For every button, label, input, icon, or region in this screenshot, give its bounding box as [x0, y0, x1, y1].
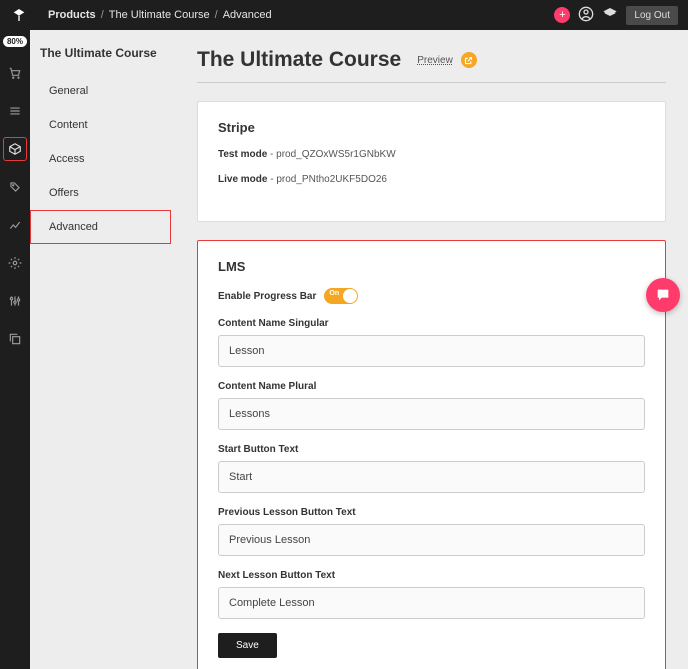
main-content: The Ultimate Course Preview Stripe Test …	[175, 30, 688, 669]
rail-gear-icon[interactable]	[3, 251, 27, 275]
breadcrumb-leaf: Advanced	[223, 9, 272, 21]
input-content-singular[interactable]	[218, 335, 645, 367]
logout-button[interactable]: Log Out	[626, 6, 678, 25]
rail-cart-icon[interactable]	[3, 61, 27, 85]
stripe-live-line: Live mode - prod_PNtho2UKF5DO26	[218, 174, 645, 185]
field-content-plural: Content Name Plural	[218, 381, 645, 430]
label-content-singular: Content Name Singular	[218, 318, 645, 329]
input-content-plural[interactable]	[218, 398, 645, 430]
stripe-card: Stripe Test mode - prod_QZOxWS5r1GNbKW L…	[197, 101, 666, 222]
breadcrumb-mid[interactable]: The Ultimate Course	[109, 9, 210, 21]
sidebar-item-advanced[interactable]: Advanced	[30, 210, 171, 244]
progress-toggle[interactable]: On	[324, 288, 358, 304]
field-next-btn: Next Lesson Button Text	[218, 570, 645, 619]
lms-heading: LMS	[218, 259, 645, 274]
profile-icon[interactable]	[578, 6, 594, 25]
brand-logo-icon	[10, 6, 28, 24]
label-prev-btn: Previous Lesson Button Text	[218, 507, 645, 518]
breadcrumb: Products / The Ultimate Course / Advance…	[48, 9, 272, 21]
icon-rail: 80%	[0, 30, 30, 669]
field-content-singular: Content Name Singular	[218, 318, 645, 367]
sidebar: The Ultimate Course General Content Acce…	[30, 30, 175, 669]
input-next-btn[interactable]	[218, 587, 645, 619]
input-prev-btn[interactable]	[218, 524, 645, 556]
sidebar-item-access[interactable]: Access	[30, 142, 171, 176]
progress-pill: 80%	[3, 36, 27, 47]
stripe-test-line: Test mode - prod_QZOxWS5r1GNbKW	[218, 149, 645, 160]
rail-layers-icon[interactable]	[3, 99, 27, 123]
learning-icon[interactable]	[602, 6, 618, 25]
breadcrumb-root[interactable]: Products	[48, 9, 96, 21]
preview-link[interactable]: Preview	[417, 55, 453, 66]
sidebar-item-general[interactable]: General	[30, 74, 171, 108]
lms-card: LMS Enable Progress Bar On Content Name …	[197, 240, 666, 669]
rail-copy-icon[interactable]	[3, 327, 27, 351]
progress-toggle-row: Enable Progress Bar On	[218, 288, 645, 304]
page-title: The Ultimate Course	[197, 48, 401, 72]
chat-fab[interactable]	[646, 278, 680, 312]
field-start-btn: Start Button Text	[218, 444, 645, 493]
label-next-btn: Next Lesson Button Text	[218, 570, 645, 581]
page-header: The Ultimate Course Preview	[197, 48, 666, 83]
sidebar-title: The Ultimate Course	[30, 40, 175, 74]
rail-box-icon[interactable]	[3, 137, 27, 161]
input-start-btn[interactable]	[218, 461, 645, 493]
rail-sliders-icon[interactable]	[3, 289, 27, 313]
progress-toggle-label: Enable Progress Bar	[218, 291, 316, 302]
sidebar-item-offers[interactable]: Offers	[30, 176, 171, 210]
sidebar-item-content[interactable]: Content	[30, 108, 171, 142]
save-button[interactable]: Save	[218, 633, 277, 658]
topbar-right: + Log Out	[554, 6, 678, 25]
add-button[interactable]: +	[554, 7, 570, 23]
external-link-icon[interactable]	[461, 52, 477, 68]
rail-chart-icon[interactable]	[3, 213, 27, 237]
topbar: Products / The Ultimate Course / Advance…	[0, 0, 688, 30]
label-content-plural: Content Name Plural	[218, 381, 645, 392]
stripe-heading: Stripe	[218, 120, 645, 135]
rail-tag-icon[interactable]	[3, 175, 27, 199]
label-start-btn: Start Button Text	[218, 444, 645, 455]
field-prev-btn: Previous Lesson Button Text	[218, 507, 645, 556]
